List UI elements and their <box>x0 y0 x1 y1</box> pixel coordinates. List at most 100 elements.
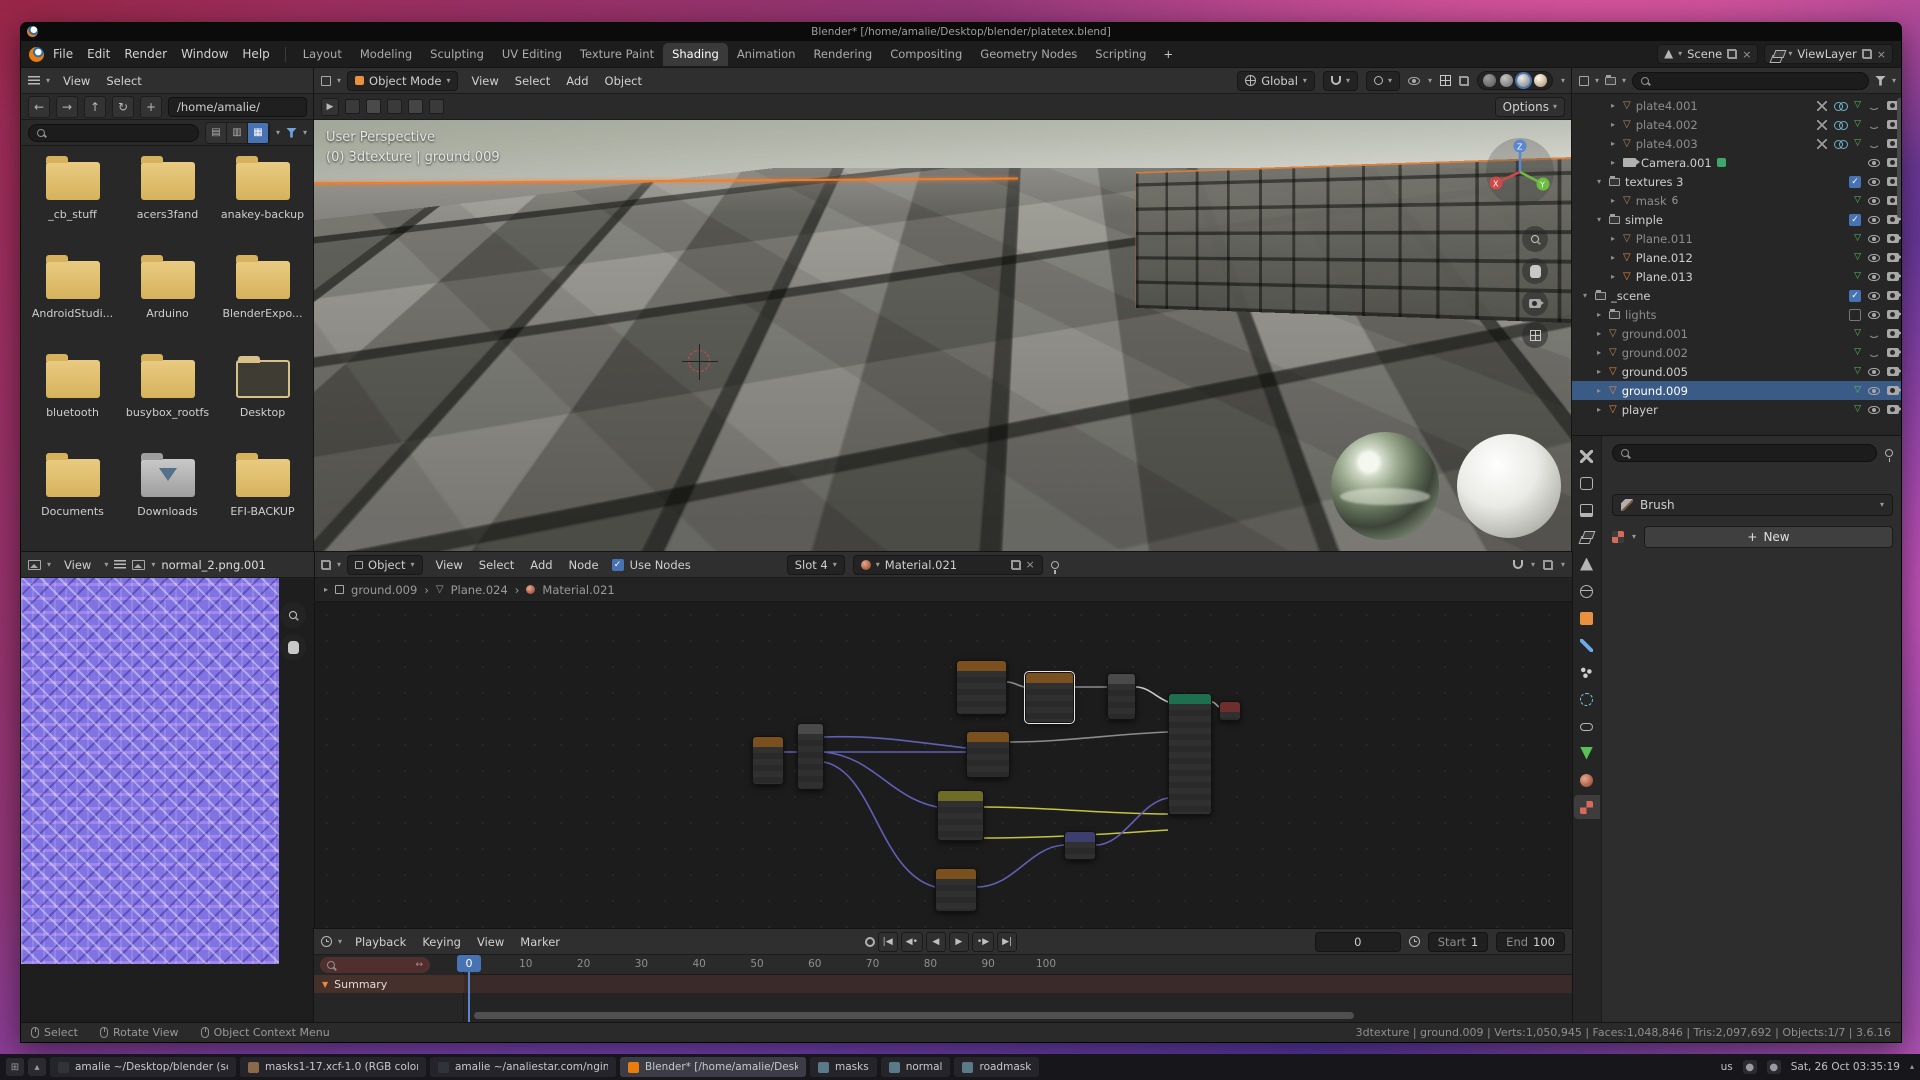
material-output-node[interactable] <box>1219 701 1241 721</box>
shader-node[interactable] <box>935 868 977 912</box>
pan-hand-button[interactable] <box>1522 258 1548 284</box>
snapping-selector[interactable]: ▾ <box>1323 71 1358 91</box>
tool-option-icon[interactable] <box>408 99 423 114</box>
expand-icon[interactable]: ▸ <box>1594 329 1604 338</box>
workspace-tab-compositing[interactable]: Compositing <box>881 43 971 66</box>
workspace-tab-uv-editing[interactable]: UV Editing <box>493 43 571 66</box>
hide-viewport-icon[interactable] <box>1868 387 1880 395</box>
use-preview-range-icon[interactable] <box>1409 936 1420 947</box>
hide-viewport-icon[interactable] <box>1868 349 1880 357</box>
outliner-item-label[interactable]: _scene <box>1611 289 1651 303</box>
filter-icon[interactable] <box>1875 76 1886 86</box>
transform-orientation-selector[interactable]: Global ▾ <box>1237 71 1315 91</box>
workspace-tab-scripting[interactable]: Scripting <box>1086 43 1155 66</box>
menu-render[interactable]: Render <box>117 44 174 64</box>
expand-icon[interactable]: ▸ <box>1594 367 1604 376</box>
hide-viewport-icon[interactable] <box>1868 406 1880 414</box>
menu-view[interactable]: View <box>56 71 97 91</box>
file-item[interactable]: Documents <box>25 451 120 531</box>
add-workspace-button[interactable]: + <box>1157 43 1179 66</box>
unlink-scene-icon[interactable]: × <box>1742 49 1751 60</box>
taskbar-window-button[interactable]: roadmask <box>954 1057 1039 1077</box>
taskbar-window-button[interactable]: masks1-17.xcf-1.0 (RGB color 8-bit gamma… <box>240 1057 426 1077</box>
options-button[interactable]: Options ▾ <box>1495 97 1565 117</box>
expand-icon[interactable]: ▸ <box>1608 139 1618 148</box>
outliner-row-ground-002[interactable]: ▸▽ground.002▽ <box>1572 343 1902 362</box>
menu-keying[interactable]: Keying <box>415 932 468 952</box>
display-list-horizontal-button[interactable]: ▥ <box>227 123 248 143</box>
jump-end-button[interactable]: ▶| <box>997 932 1017 952</box>
expand-icon[interactable]: ▸ <box>1608 253 1618 262</box>
hide-viewport-icon[interactable] <box>1868 273 1880 281</box>
outliner-item-label[interactable]: ground.002 <box>1622 346 1688 360</box>
breadcrumb-material[interactable]: Material.021 <box>542 583 614 597</box>
properties-search-input[interactable] <box>1612 444 1877 462</box>
editor-type-icon[interactable] <box>1579 76 1589 86</box>
editor-type-icon[interactable] <box>321 560 331 570</box>
workspace-tab-layout[interactable]: Layout <box>294 43 351 66</box>
exclude-checkbox[interactable] <box>1849 309 1861 321</box>
properties-tab-vlayer[interactable] <box>1574 525 1600 549</box>
shading-settings-chevron[interactable]: ▾ <box>1561 77 1565 85</box>
camera-view-button[interactable] <box>1522 290 1548 316</box>
channel-search-input[interactable]: ↔ <box>320 957 430 973</box>
display-settings-chevron[interactable]: ▾ <box>276 129 280 137</box>
outliner-row-mask[interactable]: ▸▽mask6▽ <box>1572 191 1902 210</box>
properties-tab-data[interactable] <box>1574 741 1600 765</box>
filter-settings-chevron[interactable]: ▾ <box>303 129 307 137</box>
hide-viewport-icon[interactable] <box>1868 254 1880 262</box>
workspace-tab-modeling[interactable]: Modeling <box>351 43 421 66</box>
menu-view[interactable]: View <box>464 71 505 91</box>
properties-tab-output[interactable] <box>1574 498 1600 522</box>
clock[interactable]: Sat, 26 Oct 03:35:19 <box>1791 1061 1900 1073</box>
start-frame-field[interactable]: Start 1 <box>1428 932 1488 952</box>
properties-tab-scene[interactable] <box>1574 552 1600 576</box>
file-item[interactable]: EFI-BACKUP <box>215 451 310 531</box>
hide-viewport-icon[interactable] <box>1868 311 1880 319</box>
outliner-item-label[interactable]: plate4.001 <box>1636 99 1698 113</box>
hide-viewport-icon[interactable] <box>1868 235 1880 243</box>
properties-tab-mod[interactable] <box>1574 633 1600 657</box>
summary-channel[interactable]: ▼ Summary <box>314 975 464 993</box>
workspace-tab-shading[interactable]: Shading <box>663 43 728 66</box>
outliner-row-_scene[interactable]: ▾_scene✓ <box>1572 286 1902 305</box>
expand-icon[interactable]: ▾ <box>1594 177 1604 186</box>
file-item[interactable]: busybox_rootfs <box>120 352 215 432</box>
menu-view[interactable]: View <box>57 555 98 575</box>
hide-viewport-icon[interactable] <box>1868 368 1880 376</box>
outliner-row-plane-013[interactable]: ▸▽Plane.013▽ <box>1572 267 1902 286</box>
outliner-item-label[interactable]: plate4.002 <box>1636 118 1698 132</box>
properties-tab-mat[interactable] <box>1574 768 1600 792</box>
file-item[interactable]: bluetooth <box>25 352 120 432</box>
shader-node-selected[interactable] <box>1025 672 1074 723</box>
hide-viewport-icon[interactable] <box>1868 197 1880 205</box>
outliner-row-ground-001[interactable]: ▸▽ground.001▽ <box>1572 324 1902 343</box>
file-search-input[interactable] <box>28 124 199 142</box>
taskbar-window-button[interactable]: amalie ~/analiestar.com/nginx_6946376354… <box>430 1057 616 1077</box>
overlays-toggle-icon[interactable] <box>1459 76 1469 86</box>
file-item[interactable]: acers3fand <box>120 154 215 234</box>
tray-expand-icon[interactable]: ▴ <box>1910 1063 1914 1071</box>
menu-select[interactable]: Select <box>472 555 521 575</box>
material-datablock[interactable]: ▾ Material.021 × <box>853 555 1043 575</box>
refresh-button[interactable]: ↻ <box>112 96 134 118</box>
principled-bsdf-node[interactable] <box>1168 693 1212 815</box>
shading-rendered-icon[interactable] <box>1534 74 1547 87</box>
tool-option-icon[interactable] <box>387 99 402 114</box>
file-item[interactable]: Arduino <box>120 253 215 333</box>
menu-view[interactable]: View <box>429 555 470 575</box>
unlink-material-icon[interactable]: × <box>1026 559 1035 570</box>
jump-start-button[interactable]: |◀ <box>878 932 898 952</box>
disable-render-icon[interactable] <box>1887 329 1899 338</box>
path-field[interactable]: /home/amalie/ <box>168 97 307 117</box>
workspace-tab-geometry-nodes[interactable]: Geometry Nodes <box>971 43 1086 66</box>
menu-select[interactable]: Select <box>508 71 557 91</box>
shader-node[interactable] <box>752 736 784 785</box>
outliner-item-label[interactable]: plate4.003 <box>1636 137 1698 151</box>
workspace-tab-animation[interactable]: Animation <box>728 43 805 66</box>
key-next-button[interactable]: •▶ <box>972 932 994 952</box>
workspace-tab-rendering[interactable]: Rendering <box>804 43 881 66</box>
copy-material-icon[interactable] <box>1011 560 1021 570</box>
properties-tab-object[interactable] <box>1574 606 1600 630</box>
shader-node[interactable] <box>1107 673 1136 720</box>
